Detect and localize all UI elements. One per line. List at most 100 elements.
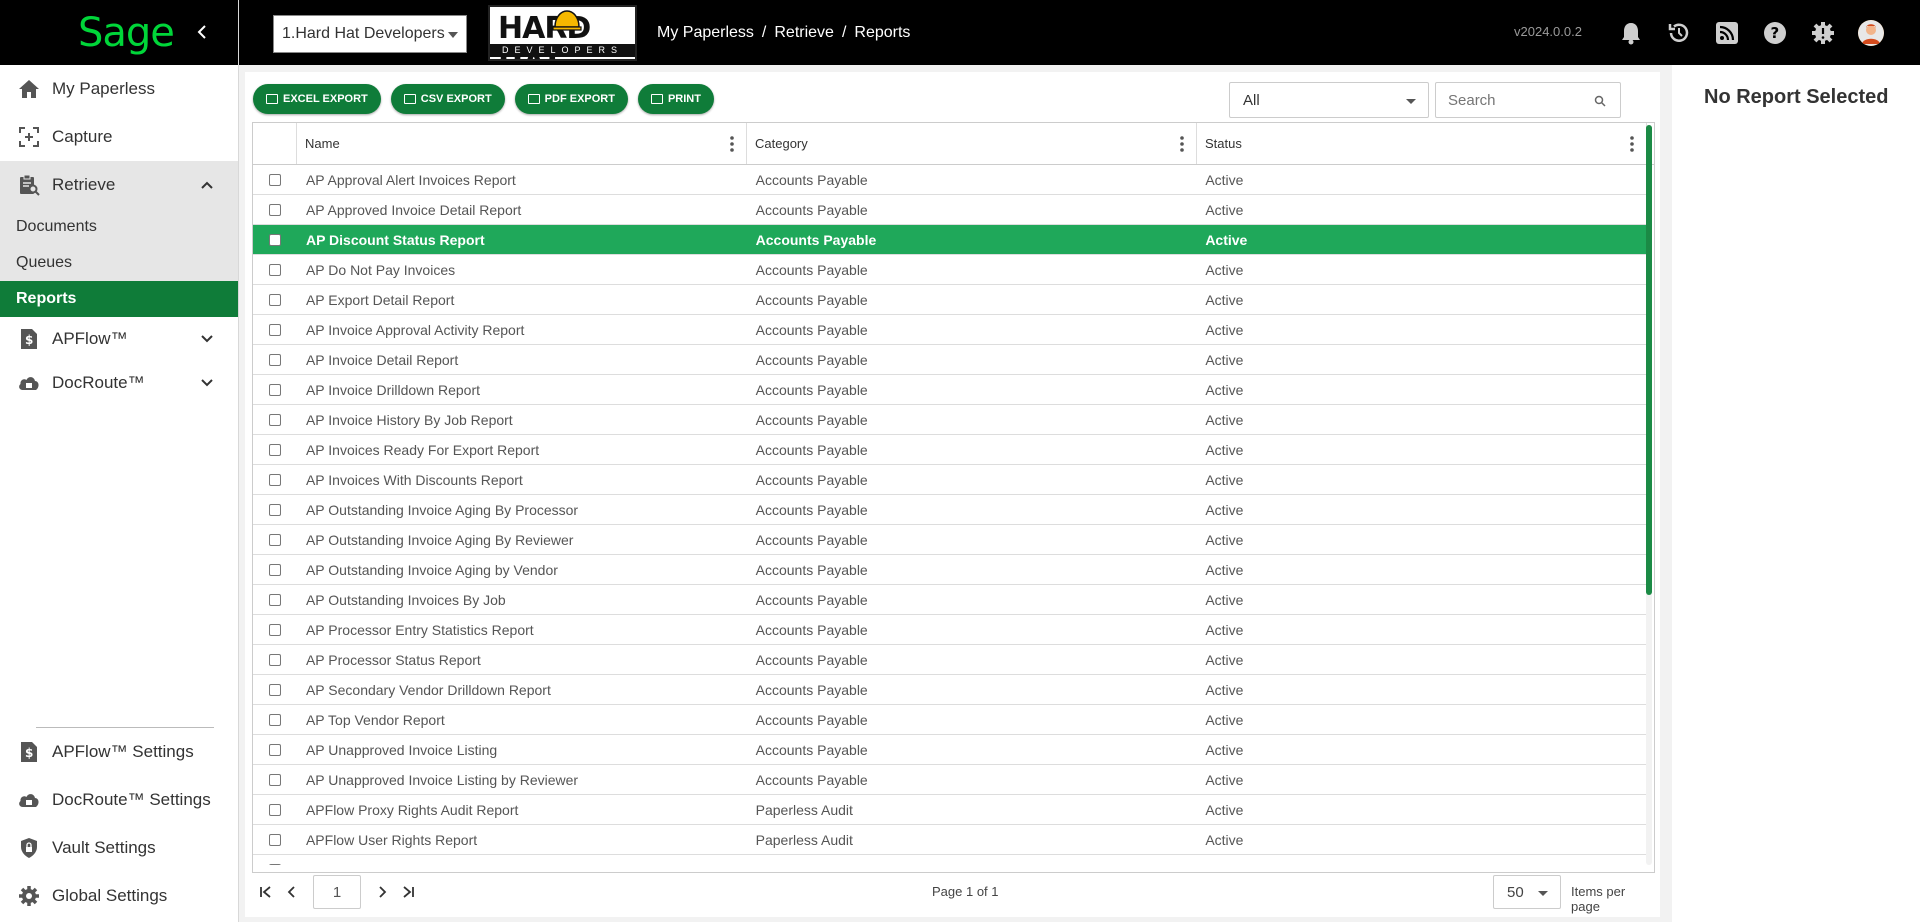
column-menu-icon[interactable] [1180,136,1184,152]
notifications-button[interactable] [1617,19,1644,46]
row-checkbox[interactable] [268,173,281,186]
vertical-scrollbar[interactable] [1646,125,1652,865]
table-row[interactable]: AP Outstanding Invoice Aging by Vendor Ac… [253,555,1646,585]
row-checkbox[interactable] [268,803,281,816]
row-checkbox[interactable] [268,773,281,786]
row-checkbox[interactable] [268,623,281,636]
column-menu-icon[interactable] [730,136,734,152]
table-row[interactable]: AP Unapproved Invoice Listing by Reviewe… [253,765,1646,795]
row-checkbox[interactable] [268,503,281,516]
search-icon[interactable] [1594,95,1606,107]
collapse-sidebar-button[interactable] [192,21,214,43]
table-row[interactable]: AP Invoice History By Job Report Accounts… [253,405,1646,435]
pdf-export-button[interactable]: PDF EXPORT [514,84,628,114]
sidebar-item-retrieve[interactable]: Retrieve [0,161,238,209]
table-row[interactable]: AP Outstanding Invoice Aging By Processo… [253,495,1646,525]
table-row[interactable]: APFlow User Rights Report Paperless Audit… [253,825,1646,855]
last-page-button[interactable] [395,879,421,905]
user-menu-button[interactable] [1857,19,1884,46]
table-row[interactable]: AP Approval Alert Invoices Report Account… [253,165,1646,195]
row-checkbox[interactable] [268,353,281,366]
row-checkbox-cell [253,563,297,576]
scrollbar-thumb[interactable] [1646,125,1652,595]
row-checkbox[interactable] [268,533,281,546]
column-header-name[interactable]: Name [297,123,747,164]
table-row[interactable]: AP Outstanding Invoices By Job Accounts P… [253,585,1646,615]
row-checkbox[interactable] [268,563,281,576]
table-row[interactable]: AP Invoice Approval Activity Report Accou… [253,315,1646,345]
first-page-button[interactable] [253,879,279,905]
sidebar-item-queues[interactable]: Queues [0,245,238,281]
table-row[interactable]: AP Invoices With Discounts Report Account… [253,465,1646,495]
row-checkbox-cell [253,203,297,216]
sidebar-item-docroute[interactable]: DocRoute™ [0,361,238,405]
row-checkbox[interactable] [268,383,281,396]
row-checkbox[interactable] [268,653,281,666]
breadcrumb-retrieve[interactable]: Retrieve [774,24,834,42]
sidebar-item-my-paperless[interactable]: My Paperless [0,65,238,113]
row-checkbox[interactable] [268,683,281,696]
next-page-button[interactable] [369,879,395,905]
row-checkbox[interactable] [268,833,281,846]
sidebar-item-vault-settings[interactable]: Vault Settings [0,824,238,872]
sidebar-item-docroute-settings[interactable]: DocRoute™ Settings [0,776,238,824]
row-checkbox[interactable] [268,743,281,756]
cell-category: Accounts Payable [755,381,868,398]
table-row[interactable]: AP Processor Entry Statistics Report Acco… [253,615,1646,645]
excel-export-button[interactable]: EXCEL EXPORT [253,84,381,114]
feed-button[interactable] [1713,19,1740,46]
table-row[interactable]: AP Do Not Pay Invoices Accounts Payable Ac… [253,255,1646,285]
cloud-route-icon [16,787,42,813]
table-row[interactable]: Checked Out Documents ReportPaperless Au… [253,855,1646,865]
column-header-status[interactable]: Status [1197,123,1647,164]
table-row[interactable]: AP Unapproved Invoice Listing Accounts Pa… [253,735,1646,765]
row-checkbox[interactable] [268,263,281,276]
page-number-input[interactable]: 1 [313,875,361,909]
table-row[interactable]: APFlow Proxy Rights Audit Report Paperles… [253,795,1646,825]
alerts-button[interactable] [1809,19,1836,46]
cell-status: Active [1205,561,1244,578]
row-checkbox[interactable] [268,593,281,606]
sidebar-item-reports[interactable]: Reports [0,281,238,317]
row-checkbox[interactable] [268,293,281,306]
items-per-page-select[interactable]: 50 [1493,875,1561,909]
sidebar-item-capture[interactable]: Capture [0,113,238,161]
row-checkbox[interactable] [268,413,281,426]
table-row[interactable]: AP Export Detail Report Accounts Payable A… [253,285,1646,315]
row-checkbox[interactable] [268,473,281,486]
table-row[interactable]: AP Approved Invoice Detail Report Account… [253,195,1646,225]
sidebar-item-apflow-settings[interactable]: $ APFlow™ Settings [0,728,238,776]
table-row[interactable]: AP Invoices Ready For Export Report Accou… [253,435,1646,465]
table-row[interactable]: AP Top Vendor Report Accounts Payable Acti… [253,705,1646,735]
help-button[interactable]: ? [1761,19,1788,46]
column-header-category[interactable]: Category [747,123,1197,164]
row-checkbox[interactable] [268,323,281,336]
sidebar-item-documents[interactable]: Documents [0,209,238,245]
search-input[interactable] [1448,91,1598,109]
row-checkbox[interactable] [268,233,281,246]
row-checkbox[interactable] [268,863,281,865]
cell-name: AP Approval Alert Invoices Report [305,171,516,188]
row-checkbox[interactable] [268,713,281,726]
breadcrumb-my-paperless[interactable]: My Paperless [657,24,754,42]
table-row[interactable]: AP Secondary Vendor Drilldown Report Acco… [253,675,1646,705]
table-row[interactable]: AP Invoice Drilldown Report Accounts Paya… [253,375,1646,405]
sidebar-item-apflow[interactable]: $ APFlow™ [0,317,238,361]
history-icon [1668,23,1688,42]
sidebar-item-global-settings[interactable]: Global Settings [0,872,238,920]
category-filter-select[interactable]: All [1229,82,1429,118]
company-select[interactable]: 1.Hard Hat Developers [273,15,467,53]
table-row[interactable]: AP Processor Status Report Accounts Payab… [253,645,1646,675]
history-button[interactable] [1665,19,1692,46]
print-button[interactable]: PRINT [637,84,714,114]
csv-export-button[interactable]: CSV EXPORT [390,84,505,114]
table-row[interactable]: AP Outstanding Invoice Aging By Reviewer… [253,525,1646,555]
column-menu-icon[interactable] [1630,136,1634,152]
prev-page-button[interactable] [279,879,305,905]
cell-category: Accounts Payable [755,201,868,218]
row-checkbox-cell [253,803,297,816]
table-row[interactable]: AP Discount Status Report Accounts Payabl… [253,225,1646,255]
table-row[interactable]: AP Invoice Detail Report Accounts Payable… [253,345,1646,375]
row-checkbox[interactable] [268,443,281,456]
row-checkbox[interactable] [268,203,281,216]
